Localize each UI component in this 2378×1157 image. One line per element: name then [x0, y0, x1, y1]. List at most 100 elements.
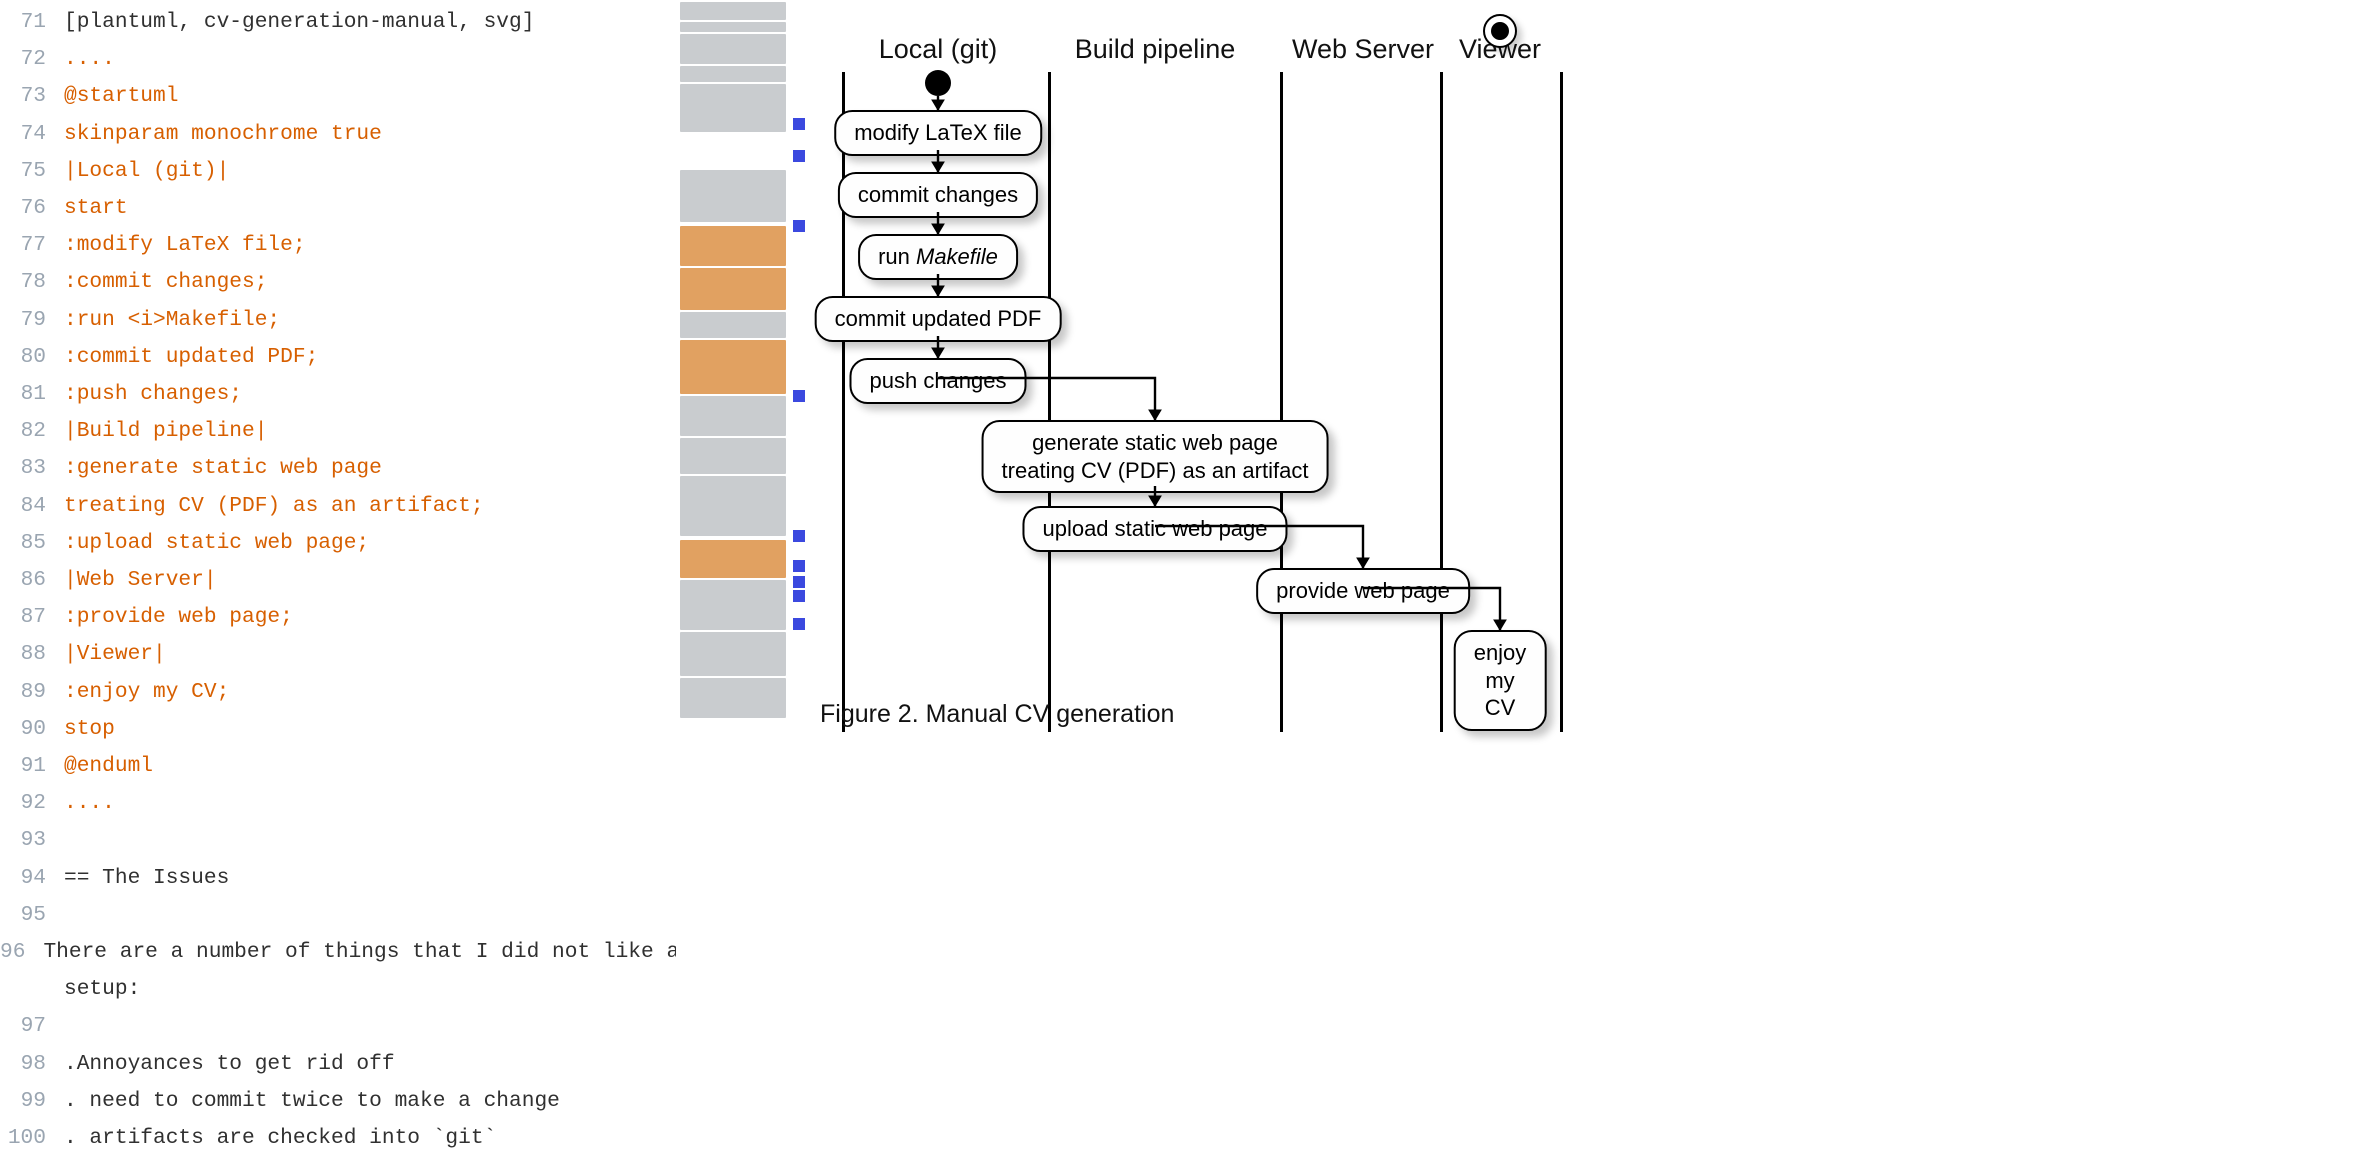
code-text[interactable]: :generate static web page: [64, 450, 382, 487]
code-line[interactable]: 82|Build pipeline|: [0, 413, 676, 450]
minimap-marker: [793, 530, 805, 542]
code-text[interactable]: :push changes;: [64, 376, 242, 413]
code-line[interactable]: 85:upload static web page;: [0, 525, 676, 562]
flow-arrow: [1145, 516, 1373, 583]
line-number: 87: [0, 599, 64, 636]
flow-arrow: [928, 326, 948, 373]
code-line[interactable]: 88|Viewer|: [0, 636, 676, 673]
minimap-region: [680, 22, 786, 32]
code-text[interactable]: [plantuml, cv-generation-manual, svg]: [64, 4, 534, 41]
flow-arrow: [928, 264, 948, 311]
minimap-region: [680, 34, 786, 64]
minimap-region: [680, 84, 786, 132]
code-line[interactable]: 81:push changes;: [0, 376, 676, 413]
minimap-marker: [793, 560, 805, 572]
code-line[interactable]: 98.Annoyances to get rid off: [0, 1046, 676, 1083]
line-number: 89: [0, 674, 64, 711]
code-line[interactable]: 94== The Issues: [0, 860, 676, 897]
code-line[interactable]: 97: [0, 1008, 676, 1045]
code-text[interactable]: treating CV (PDF) as an artifact;: [64, 488, 484, 525]
code-line[interactable]: 72....: [0, 41, 676, 78]
line-number: 75: [0, 153, 64, 190]
minimap-marker: [793, 618, 805, 630]
code-text[interactable]: setup:: [64, 971, 140, 1008]
code-line[interactable]: 87:provide web page;: [0, 599, 676, 636]
code-text[interactable]: @startuml: [64, 78, 178, 115]
code-text[interactable]: :provide web page;: [64, 599, 293, 636]
minimap-region: [680, 2, 786, 20]
code-text[interactable]: . artifacts are checked into `git`: [64, 1120, 496, 1157]
minimap-region: [680, 580, 786, 630]
code-text[interactable]: |Viewer|: [64, 636, 166, 673]
code-line[interactable]: 90stop: [0, 711, 676, 748]
code-text[interactable]: :enjoy my CV;: [64, 674, 229, 711]
activity-node: enjoy my CV: [1454, 630, 1547, 731]
code-text[interactable]: ....: [64, 785, 115, 822]
line-number: 78: [0, 264, 64, 301]
code-text[interactable]: .Annoyances to get rid off: [64, 1046, 395, 1083]
line-number: 80: [0, 339, 64, 376]
code-line[interactable]: 78:commit changes;: [0, 264, 676, 301]
code-text[interactable]: |Web Server|: [64, 562, 217, 599]
code-line[interactable]: 92....: [0, 785, 676, 822]
code-line[interactable]: 80:commit updated PDF;: [0, 339, 676, 376]
code-text[interactable]: == The Issues: [64, 860, 229, 897]
line-number: 93: [0, 822, 64, 859]
code-line[interactable]: 77:modify LaTeX file;: [0, 227, 676, 264]
code-line[interactable]: setup:: [0, 971, 676, 1008]
code-line[interactable]: 74skinparam monochrome true: [0, 116, 676, 153]
code-text[interactable]: |Local (git)|: [64, 153, 229, 190]
code-line[interactable]: 75|Local (git)|: [0, 153, 676, 190]
code-line[interactable]: 86|Web Server|: [0, 562, 676, 599]
line-number: 73: [0, 78, 64, 115]
minimap-region: [680, 170, 786, 222]
code-text[interactable]: ....: [64, 41, 115, 78]
code-line[interactable]: 91@enduml: [0, 748, 676, 785]
code-text[interactable]: :commit updated PDF;: [64, 339, 318, 376]
flow-arrow: [1353, 578, 1510, 645]
minimap-region: [680, 312, 786, 338]
code-line[interactable]: 93: [0, 822, 676, 859]
code-line[interactable]: 84treating CV (PDF) as an artifact;: [0, 488, 676, 525]
minimap-region: [680, 540, 786, 578]
minimap-marker: [793, 590, 805, 602]
minimap-region: [680, 438, 786, 474]
line-number: 81: [0, 376, 64, 413]
code-editor[interactable]: 71[plantuml, cv-generation-manual, svg]7…: [0, 0, 676, 1124]
code-text[interactable]: :run <i>Makefile;: [64, 302, 280, 339]
code-text[interactable]: :upload static web page;: [64, 525, 369, 562]
code-line[interactable]: 79:run <i>Makefile;: [0, 302, 676, 339]
code-text[interactable]: skinparam monochrome true: [64, 116, 382, 153]
code-text[interactable]: start: [64, 190, 128, 227]
code-line[interactable]: 73@startuml: [0, 78, 676, 115]
line-number: 76: [0, 190, 64, 227]
minimap-region: [680, 226, 786, 266]
code-text[interactable]: |Build pipeline|: [64, 413, 267, 450]
line-number: 82: [0, 413, 64, 450]
flow-arrow: [928, 368, 1165, 435]
code-line[interactable]: 89:enjoy my CV;: [0, 674, 676, 711]
code-text[interactable]: :commit changes;: [64, 264, 267, 301]
line-number: 90: [0, 711, 64, 748]
code-text[interactable]: . need to commit twice to make a change: [64, 1083, 560, 1120]
flow-arrow: [1145, 476, 1165, 521]
code-line[interactable]: 95: [0, 897, 676, 934]
minimap-region: [680, 678, 786, 718]
minimap[interactable]: [676, 0, 806, 1124]
code-line[interactable]: 71[plantuml, cv-generation-manual, svg]: [0, 4, 676, 41]
code-line[interactable]: 83:generate static web page: [0, 450, 676, 487]
minimap-region: [680, 66, 786, 82]
code-line[interactable]: 99. need to commit twice to make a chang…: [0, 1083, 676, 1120]
code-line[interactable]: 76start: [0, 190, 676, 227]
code-line[interactable]: 96There are a number of things that I di…: [0, 934, 676, 971]
code-text[interactable]: :modify LaTeX file;: [64, 227, 306, 264]
code-line[interactable]: 100. artifacts are checked into `git`: [0, 1120, 676, 1157]
preview-pane[interactable]: Local (git)Build pipelineWeb ServerViewe…: [806, 0, 2378, 1124]
line-number: 72: [0, 41, 64, 78]
flow-arrow: [928, 202, 948, 249]
code-text[interactable]: @enduml: [64, 748, 153, 785]
swimlane-divider: [842, 72, 845, 732]
flow-arrow: [928, 86, 948, 125]
code-text[interactable]: stop: [64, 711, 115, 748]
line-number: 91: [0, 748, 64, 785]
